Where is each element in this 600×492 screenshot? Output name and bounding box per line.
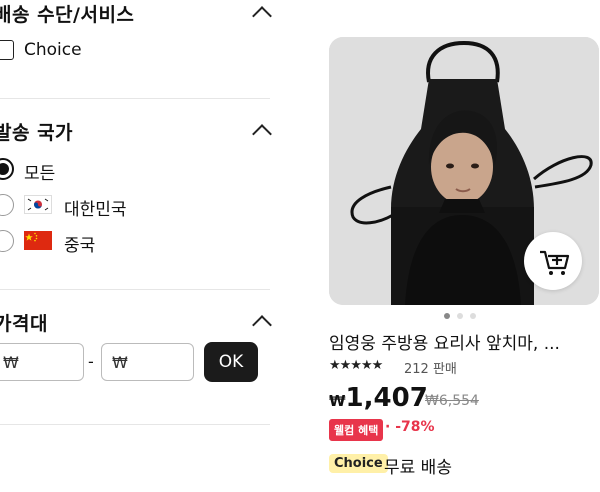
chevron-up-icon[interactable]: [252, 6, 272, 26]
ship-from-heading: 발송 국가: [0, 122, 74, 144]
currency-symbol: ₩: [329, 392, 346, 410]
radio-all[interactable]: [0, 158, 14, 180]
radio-china[interactable]: [0, 230, 14, 252]
china-flag-icon: [24, 231, 52, 250]
section-divider: [0, 424, 270, 425]
chevron-up-icon[interactable]: [252, 315, 272, 335]
discount-percent: · -78%: [385, 419, 435, 435]
choice-checkbox[interactable]: [0, 40, 14, 60]
price-min-input[interactable]: ₩: [0, 343, 84, 381]
rating-stars-icon: ★★★★★: [329, 358, 383, 373]
product-title[interactable]: 임영웅 주방용 요리사 앞치마, ...: [329, 329, 591, 354]
section-divider: [0, 98, 270, 99]
section-divider: [0, 289, 270, 290]
original-price: ₩6,554: [425, 393, 479, 409]
carousel-dot-active[interactable]: [444, 313, 450, 319]
chevron-up-icon[interactable]: [252, 124, 272, 144]
carousel-dot[interactable]: [470, 313, 476, 319]
sold-count: 212 판매: [404, 362, 457, 377]
south-korea-flag-icon: [24, 195, 52, 214]
option-all-label: 모든: [24, 164, 56, 184]
option-china-label: 중국: [64, 236, 96, 256]
price-max-input[interactable]: ₩: [101, 343, 194, 381]
add-to-cart-button[interactable]: [524, 232, 582, 290]
price-range-heading: 가격대: [0, 313, 48, 335]
price-ok-button[interactable]: OK: [204, 342, 258, 382]
shipping-service-heading: 배송 수단/서비스: [0, 4, 135, 26]
carousel-dot[interactable]: [457, 313, 463, 319]
choice-badge: Choice: [329, 454, 388, 473]
option-korea-label: 대한민국: [64, 200, 127, 220]
free-shipping-text: 무료 배송: [384, 458, 452, 478]
choice-option-label: Choice: [24, 40, 82, 60]
radio-korea[interactable]: [0, 194, 14, 216]
price-separator: -: [88, 352, 94, 371]
welcome-deal-badge: 웰컴 혜택: [329, 419, 384, 441]
cart-plus-icon: [540, 250, 570, 275]
current-price: 1,407: [345, 383, 428, 413]
price-row: ₩1,407: [329, 383, 428, 413]
